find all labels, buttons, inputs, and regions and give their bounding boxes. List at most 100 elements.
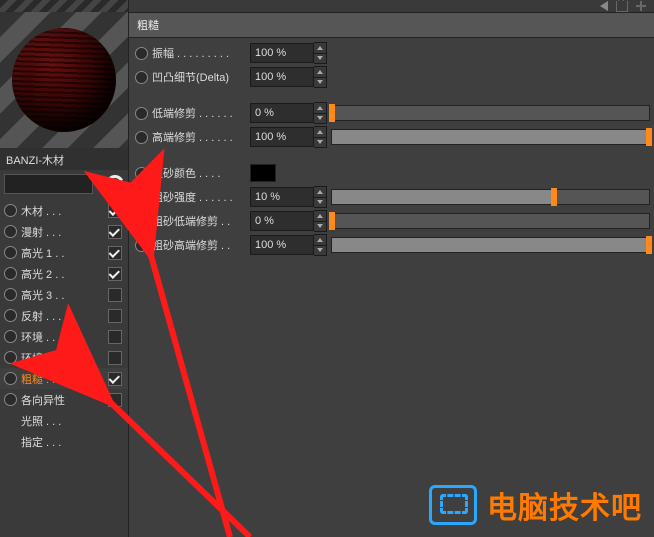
slider-track[interactable]: [331, 189, 650, 205]
back-caret-icon[interactable]: [600, 1, 608, 11]
channel-row-11[interactable]: 指定 . . .: [0, 431, 128, 452]
channel-row-5[interactable]: 反射 . . .: [0, 305, 128, 326]
watermark-logo-icon: [429, 485, 477, 525]
channel-radio-icon[interactable]: [4, 225, 17, 238]
spinner[interactable]: [314, 126, 327, 148]
param-label: 振幅 . . . . . . . . .: [152, 45, 250, 61]
channel-checkbox[interactable]: [108, 351, 122, 365]
channel-radio-icon[interactable]: [4, 351, 17, 364]
channel-checkbox[interactable]: [108, 372, 122, 386]
slider-knob[interactable]: [329, 212, 335, 230]
channel-label: 粗糙 . . .: [21, 371, 104, 387]
channel-checkbox[interactable]: [108, 393, 122, 407]
slider-knob[interactable]: [646, 236, 652, 254]
slider-track[interactable]: [331, 237, 650, 253]
param-radio-icon[interactable]: [135, 167, 148, 180]
channel-row-8[interactable]: 粗糙 . . .: [0, 368, 128, 389]
channel-row-3[interactable]: 高光 2 . .: [0, 263, 128, 284]
slider-knob[interactable]: [646, 128, 652, 146]
param-radio-icon[interactable]: [135, 239, 148, 252]
channel-radio-icon[interactable]: [4, 204, 17, 217]
channel-radio-icon[interactable]: [4, 267, 17, 280]
param-low_clip: 低端修剪 . . . . . .0 %: [133, 102, 650, 124]
param-label: 低端修剪 . . . . . .: [152, 105, 250, 121]
channel-label: 高光 3 . .: [21, 287, 104, 303]
channel-row-4[interactable]: 高光 3 . .: [0, 284, 128, 305]
param-label: 粗砂强度 . . . . . .: [152, 189, 250, 205]
channel-row-1[interactable]: 漫射 . . .: [0, 221, 128, 242]
channel-radio-icon[interactable]: [4, 246, 17, 259]
channel-label: 漫射 . . .: [21, 224, 104, 240]
channel-checkbox[interactable]: [108, 288, 122, 302]
channel-radio-icon[interactable]: [4, 372, 17, 385]
spinner[interactable]: [314, 42, 327, 64]
spinner[interactable]: [314, 102, 327, 124]
channel-radio-icon[interactable]: [4, 288, 17, 301]
slider-track[interactable]: [331, 213, 650, 229]
spinner[interactable]: [314, 186, 327, 208]
value-input[interactable]: 100 %: [250, 235, 314, 255]
slider-knob[interactable]: [329, 104, 335, 122]
channel-label: 反射 . . .: [21, 308, 104, 324]
spinner[interactable]: [314, 210, 327, 232]
channel-row-6[interactable]: 环境 . . .: [0, 326, 128, 347]
right-panel: 粗糙 振幅 . . . . . . . . .100 %凹凸细节(Delta)1…: [128, 0, 654, 537]
channel-row-10[interactable]: 光照 . . .: [0, 410, 128, 431]
watermark-text: 电脑技术吧: [487, 483, 642, 527]
channel-row-2[interactable]: 高光 1 . .: [0, 242, 128, 263]
channel-label: 光照 . . .: [21, 413, 104, 429]
param-grit_intensity: 粗砂强度 . . . . . .10 %: [133, 186, 650, 208]
param-radio-icon[interactable]: [135, 107, 148, 120]
parameter-rows: 振幅 . . . . . . . . .100 %凹凸细节(Delta)100 …: [129, 38, 654, 260]
channel-row-0[interactable]: 木材 . . .: [0, 200, 128, 221]
grip-strip[interactable]: [0, 0, 128, 12]
param-radio-icon[interactable]: [135, 131, 148, 144]
param-label: 高端修剪 . . . . . .: [152, 129, 250, 145]
slider-knob[interactable]: [551, 188, 557, 206]
param-radio-icon[interactable]: [135, 47, 148, 60]
param-radio-icon[interactable]: [135, 191, 148, 204]
channel-row-7[interactable]: 环境光 . .: [0, 347, 128, 368]
param-amplitude: 振幅 . . . . . . . . .100 %: [133, 42, 650, 64]
left-panel: BANZI-木材 木材 . . . 漫射 . . . 高光 1 . .高光 2 . …: [0, 0, 128, 537]
channel-checkbox[interactable]: [108, 204, 122, 218]
refresh-icon[interactable]: [106, 175, 124, 193]
param-radio-icon[interactable]: [135, 71, 148, 84]
channel-checkbox[interactable]: [108, 330, 122, 344]
lock-icon[interactable]: [616, 1, 628, 12]
channel-radio-icon[interactable]: [4, 393, 17, 406]
channel-label: 木材 . . .: [21, 203, 104, 219]
value-input[interactable]: 100 %: [250, 67, 314, 87]
param-label: 凹凸细节(Delta): [152, 69, 250, 85]
channel-row-9[interactable]: 各向异性: [0, 389, 128, 410]
channel-checkbox[interactable]: [108, 225, 122, 239]
watermark: 电脑技术吧: [429, 483, 642, 527]
dropdown-caret-icon[interactable]: [97, 180, 102, 188]
slider-track[interactable]: [331, 129, 650, 145]
channel-checkbox[interactable]: [108, 309, 122, 323]
color-swatch[interactable]: [250, 164, 276, 182]
channel-label: 环境光 . .: [21, 350, 104, 366]
channel-checkbox[interactable]: [108, 246, 122, 260]
value-input[interactable]: 100 %: [250, 127, 314, 147]
param-label: 粗砂颜色 . . . .: [152, 165, 250, 181]
shader-search-input[interactable]: [4, 174, 93, 194]
channel-radio-icon[interactable]: [4, 330, 17, 343]
value-input[interactable]: 10 %: [250, 187, 314, 207]
channel-checkbox[interactable]: [108, 267, 122, 281]
add-icon[interactable]: [636, 1, 646, 11]
value-input[interactable]: 0 %: [250, 103, 314, 123]
value-input[interactable]: 0 %: [250, 211, 314, 231]
group-header: 粗糙: [129, 12, 654, 38]
value-input[interactable]: 100 %: [250, 43, 314, 63]
slider-track[interactable]: [331, 105, 650, 121]
param-grit_color: 粗砂颜色 . . . .: [133, 162, 650, 184]
param-label: 粗砂高端修剪 . .: [152, 237, 250, 253]
material-name[interactable]: BANZI-木材: [0, 148, 128, 170]
spinner[interactable]: [314, 66, 327, 88]
channel-radio-icon[interactable]: [4, 309, 17, 322]
material-preview[interactable]: [0, 12, 128, 148]
param-radio-icon[interactable]: [135, 215, 148, 228]
param-grit_high_clip: 粗砂高端修剪 . .100 %: [133, 234, 650, 256]
spinner[interactable]: [314, 234, 327, 256]
